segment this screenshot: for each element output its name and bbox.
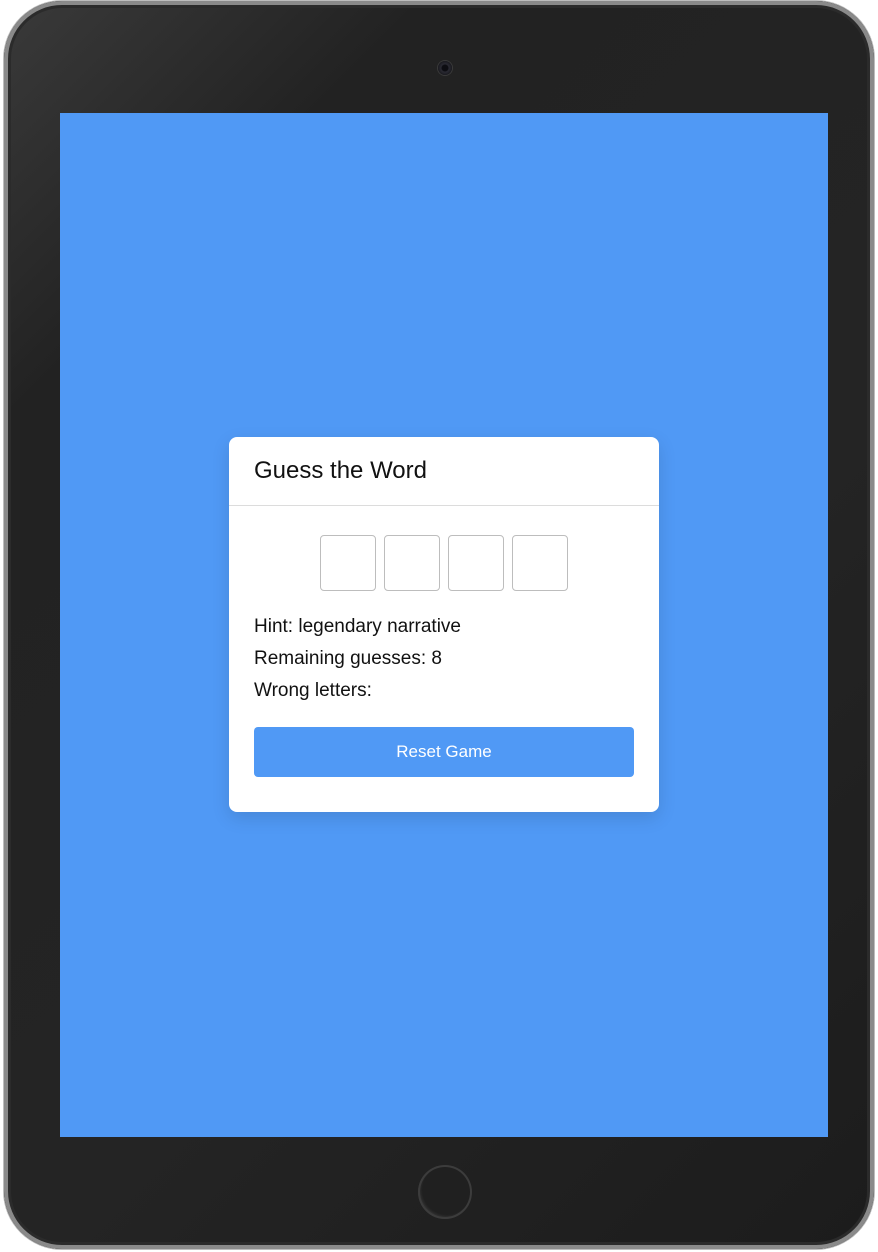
wrong-letters-text: Wrong letters: — [254, 680, 372, 701]
letter-slot-2 — [384, 535, 440, 591]
tablet-frame: Guess the Word Hint: legendary narrative… — [4, 1, 874, 1249]
reset-game-button[interactable]: Reset Game — [254, 727, 634, 777]
remaining-guesses-text: Remaining guesses: 8 — [254, 648, 442, 669]
game-card: Guess the Word Hint: legendary narrative… — [229, 437, 659, 812]
screen: Guess the Word Hint: legendary narrative… — [60, 113, 828, 1137]
camera-icon — [438, 61, 452, 75]
card-header: Guess the Word — [229, 437, 659, 506]
home-button[interactable] — [418, 1165, 472, 1219]
game-title: Guess the Word — [254, 457, 427, 484]
letter-slot-3 — [448, 535, 504, 591]
hint-text: Hint: legendary narrative — [254, 616, 461, 637]
card-body: Hint: legendary narrative Remaining gues… — [229, 506, 659, 777]
letter-slots — [254, 535, 634, 591]
letter-slot-4 — [512, 535, 568, 591]
letter-slot-1 — [320, 535, 376, 591]
